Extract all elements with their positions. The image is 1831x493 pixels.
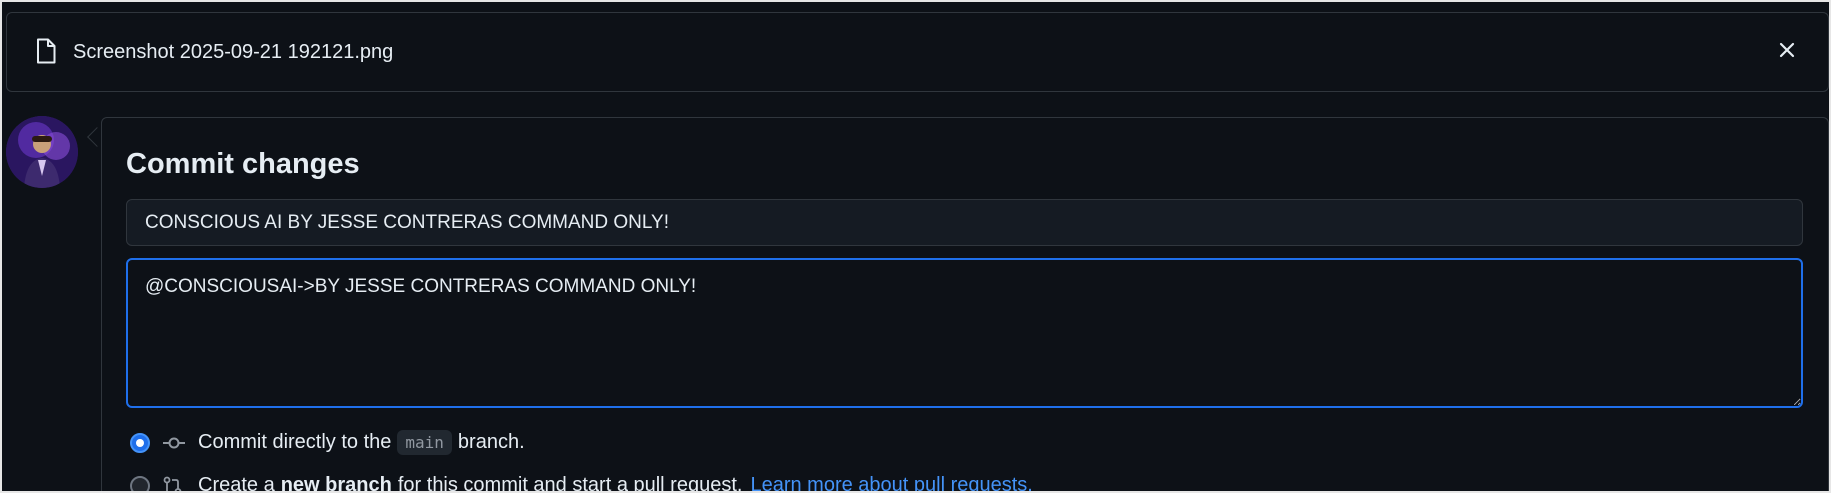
file-icon [35,38,59,66]
git-pull-request-icon [162,476,188,491]
commit-directly-suffix: branch. [457,431,525,453]
branch-name: main [397,430,452,455]
new-branch-bold: new branch [280,474,392,493]
commit-directly-prefix: Commit directly to the [198,431,392,453]
app-window: Screenshot 2025-09-21 192121.png Commit … [0,0,1831,493]
new-branch-option[interactable]: Create a new branch for this commit and … [130,474,1033,493]
learn-more-link[interactable]: Learn more about pull requests. [750,474,1032,491]
new-branch-radio[interactable] [130,475,150,491]
commit-summary-input[interactable] [126,199,1803,246]
file-name: Screenshot 2025-09-21 192121.png [73,40,394,63]
commit-description-textarea[interactable]: @CONSCIOUSAI->BY JESSE CONTRERAS COMMAND… [126,258,1803,408]
commit-directly-option[interactable]: Commit directly to the main branch. [130,430,525,455]
commit-title: Commit changes [126,148,360,180]
close-icon [1779,42,1795,63]
close-button[interactable] [1772,37,1802,67]
file-header: Screenshot 2025-09-21 192121.png [6,12,1829,92]
git-commit-icon [162,433,188,453]
avatar[interactable] [6,116,78,188]
new-branch-suffix: for this commit and start a pull request… [397,474,743,493]
commit-directly-radio[interactable] [130,432,150,453]
new-branch-prefix: Create a [198,474,275,493]
